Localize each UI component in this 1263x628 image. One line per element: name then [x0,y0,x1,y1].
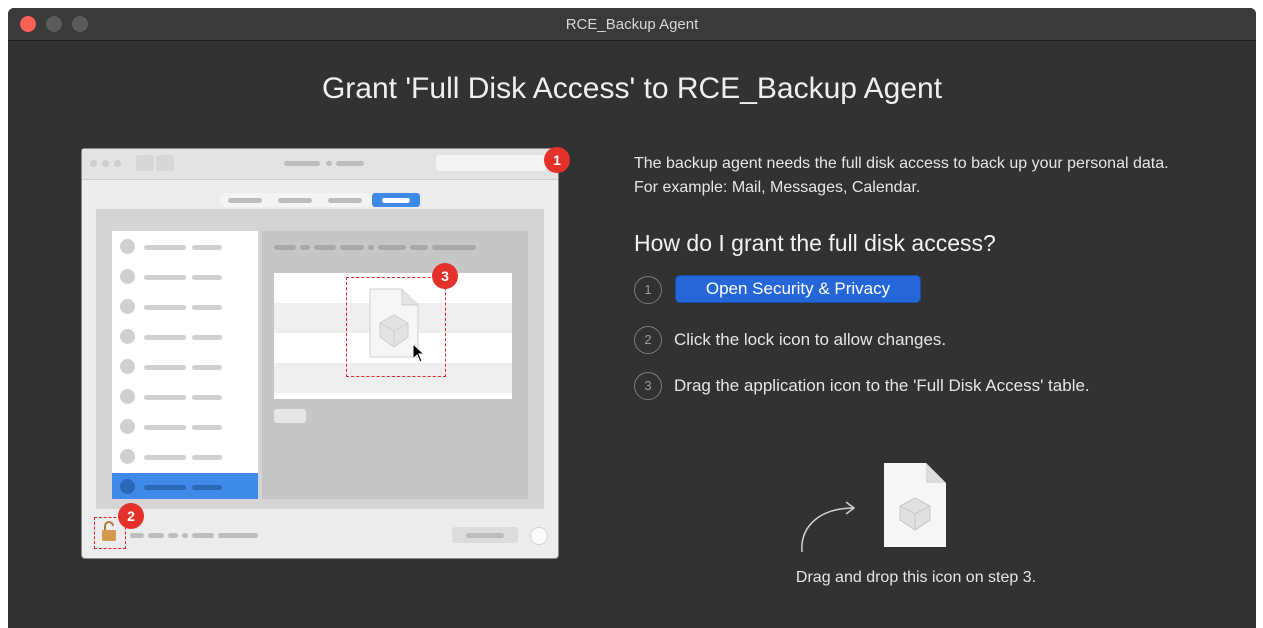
illustration-title-bar [284,161,320,166]
illustration-tab [278,198,312,203]
step-text-2: Click the lock icon to allow changes. [674,330,947,349]
illustration-list-item [112,293,258,321]
illustration-add-remove [274,409,306,423]
illustration-title-bar [326,161,332,166]
illustration-footer-bar [130,533,144,538]
page-title: Grant 'Full Disk Access' to RCE_Backup A… [321,72,943,105]
step-badge-3: 3 [432,263,458,289]
illustration-category-list [112,231,258,499]
illustration-search [436,155,546,171]
illustration-header-bar [368,245,374,250]
open-security-privacy-button[interactable]: Open Security & Privacy [676,276,920,302]
illustration-header-bar [410,245,428,250]
draggable-app-icon[interactable] [880,460,950,550]
window-title: RCE_Backup Agent [565,16,699,33]
howto-heading: How do I grant the full disk access? [634,230,996,256]
illustration-header-bar [300,245,310,250]
step-badge-1: 1 [544,147,570,173]
illustration-list-item-full-disk-access [112,473,258,499]
illustration-list-item [112,263,258,291]
illustration-tab [228,198,262,203]
illustration-footer-bar [148,533,164,538]
illustration-footer-bar [182,533,188,538]
illustration-tab [382,198,410,203]
illustration-header-bar [432,245,476,250]
illustration-dot [90,160,97,167]
illustration-header-bar [340,245,364,250]
illustration-dot [114,160,121,167]
step-number-1: 1 [634,276,662,304]
illustration-title-bar [336,161,364,166]
curved-arrow-icon [801,501,856,553]
illustration-header-bar [378,245,406,250]
cursor-icon [412,343,426,363]
description-text: The backup agent needs the full disk acc… [634,155,1169,196]
title-bar: RCE_Backup Agent [8,8,1256,41]
step-badge-2: 2 [118,503,144,529]
lock-icon [102,521,116,541]
step-text-3: Drag the application icon to the 'Full D… [674,376,1090,395]
illustration-list-item [112,353,258,381]
illustration-list-item [112,233,258,261]
illustration-list-item [112,323,258,351]
illustration-list-item [112,413,258,441]
illustration-list-item [112,443,258,471]
illustration-help-button [530,527,548,545]
step-number-3: 3 [634,372,662,400]
illustration-nav-back [136,155,154,171]
illustration-nav-forward [156,155,174,171]
illustration-header-bar [274,245,296,250]
app-window: RCE_Backup Agent Grant 'Full Disk Access… [8,8,1256,628]
drag-caption: Drag and drop this icon on step 3. [795,569,1037,586]
illustration-footer-bar [168,533,178,538]
step-number-2: 2 [634,326,662,354]
illustration-footer-bar [192,533,214,538]
illustration-list-item [112,383,258,411]
illustration-tab [328,198,362,203]
illustration-footer-bar [218,533,258,538]
instruction-illustration: 1 3 2 [82,147,570,558]
illustration-header-bar [314,245,336,250]
illustration-dot [102,160,109,167]
illustration-toolbar [82,149,558,180]
illustration-footer-bar [466,533,504,538]
illustration-pane [96,209,544,509]
